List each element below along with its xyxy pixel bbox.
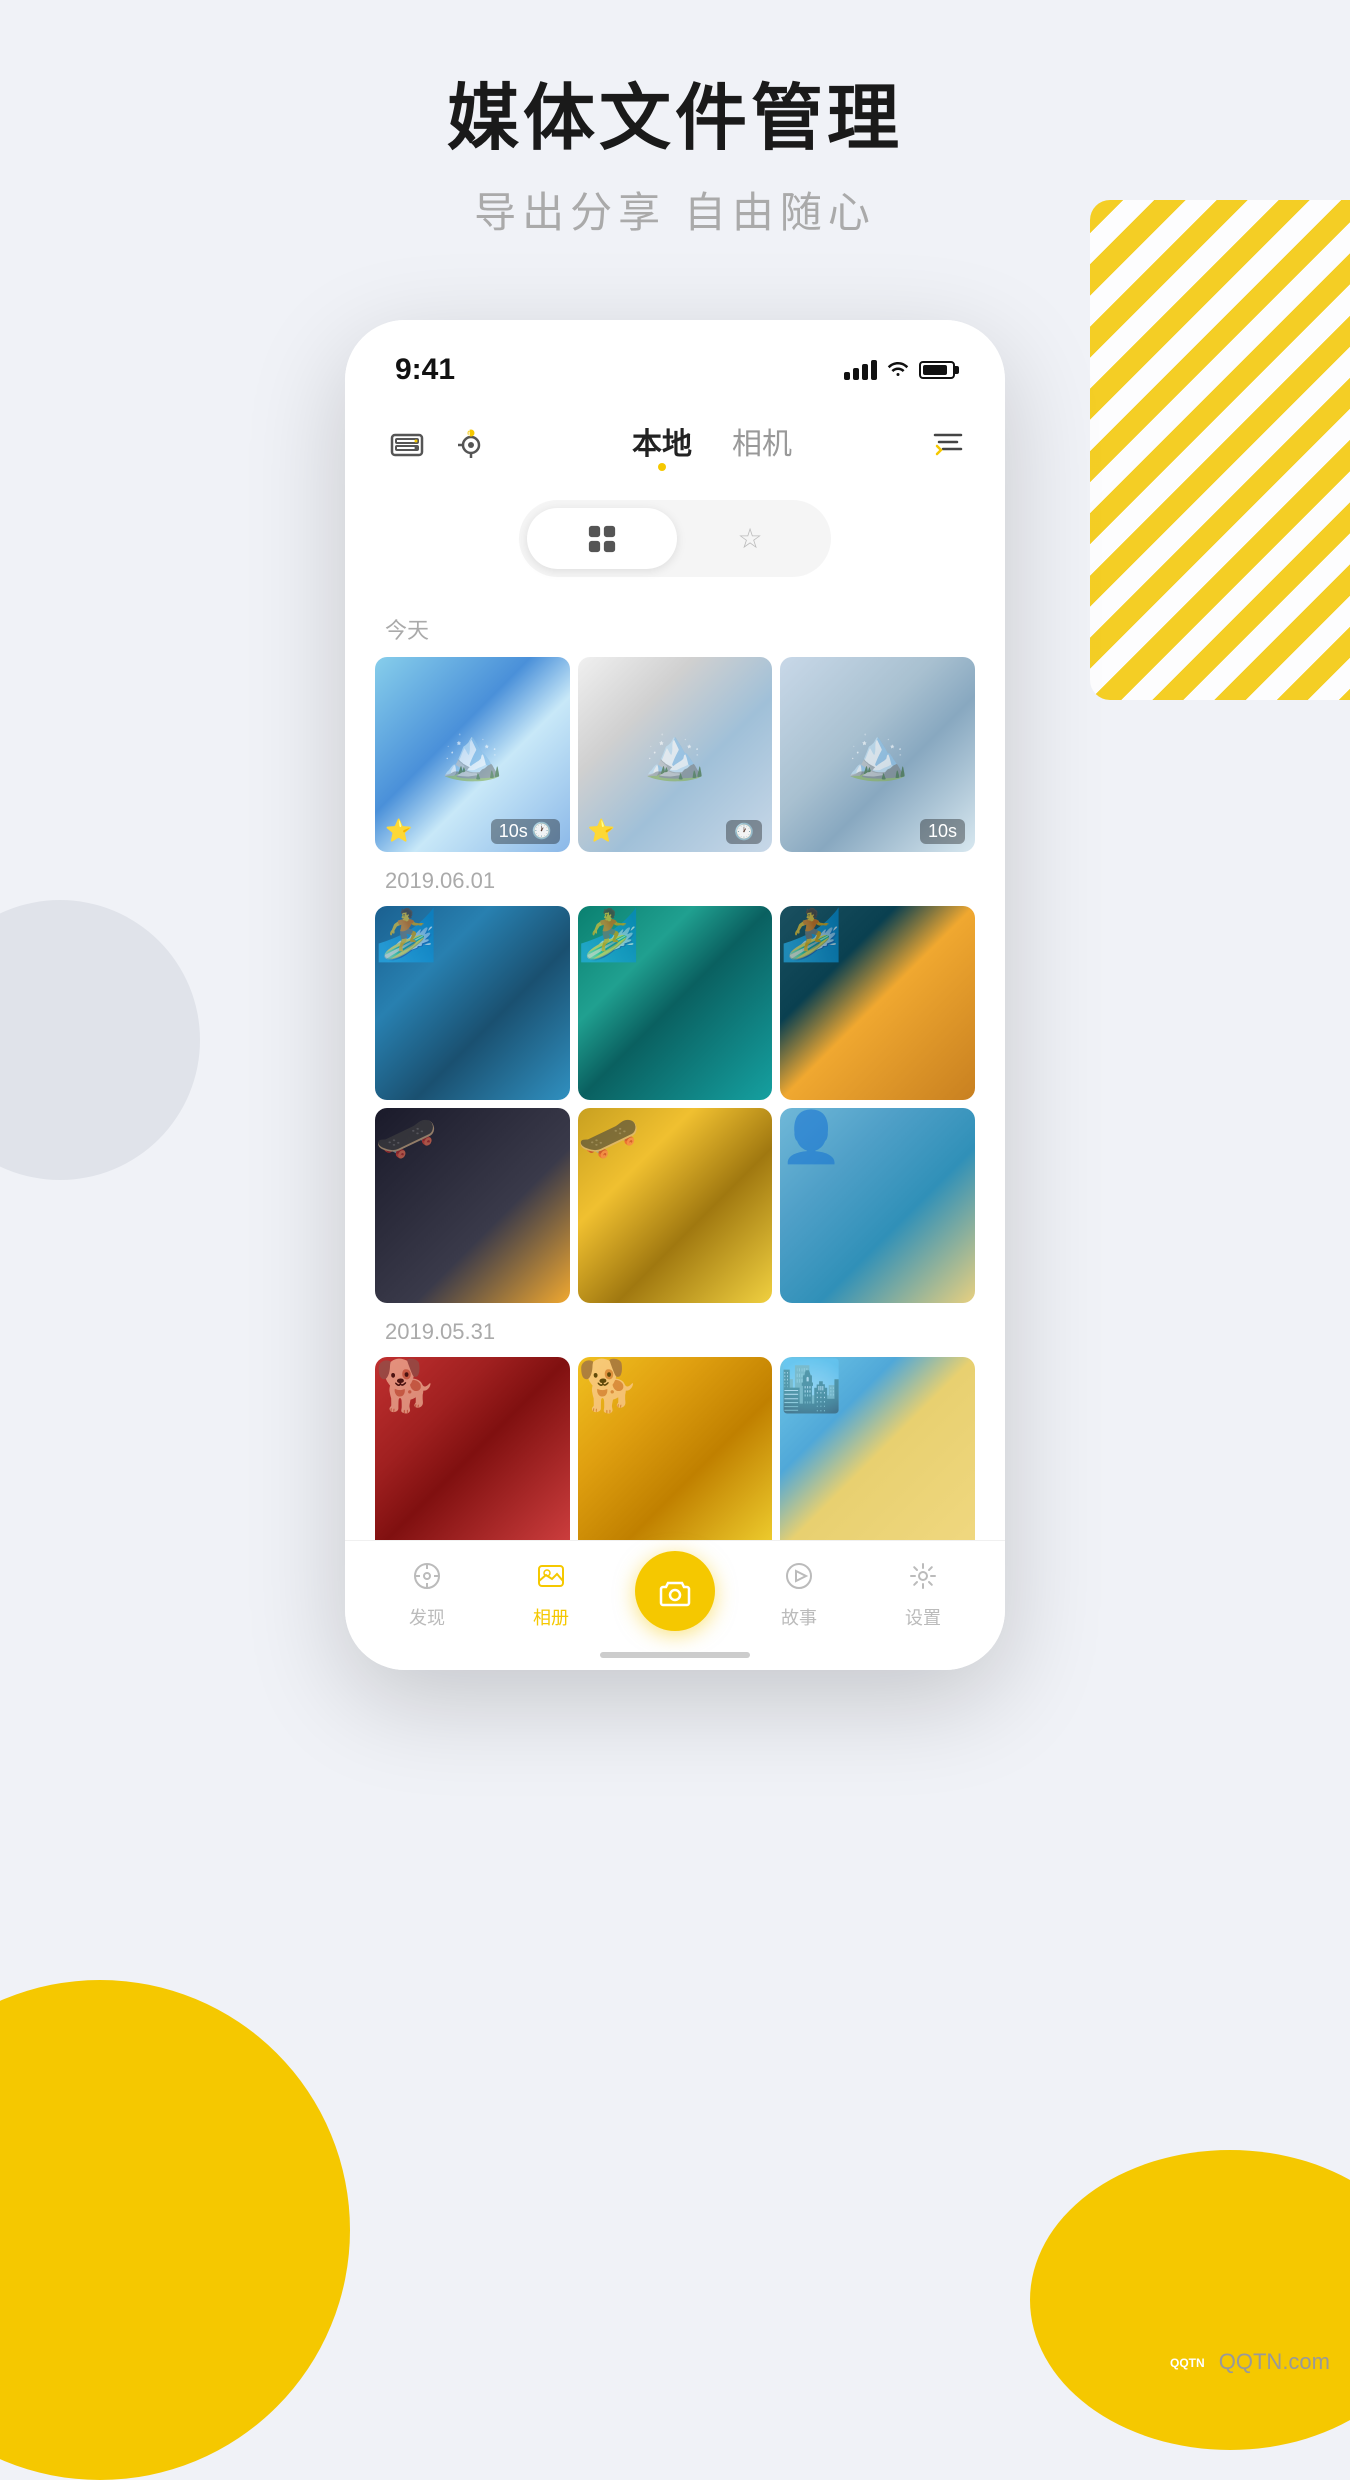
status-time: 9:41 bbox=[395, 353, 455, 387]
photo-content bbox=[578, 1357, 773, 1416]
photo-item[interactable]: ⭐ 🕐 bbox=[578, 657, 773, 852]
nav-item-settings[interactable]: 设置 bbox=[861, 1561, 985, 1630]
photo-content bbox=[780, 906, 975, 965]
watermark-text: QQTN.com bbox=[1219, 2349, 1330, 2375]
bg-stripes bbox=[1090, 200, 1350, 700]
storage-icon[interactable] bbox=[385, 423, 429, 467]
bg-yellow-circle-right bbox=[1030, 2150, 1350, 2450]
stories-icon bbox=[784, 1561, 814, 1598]
nav-item-album[interactable]: 相册 bbox=[489, 1561, 613, 1630]
nav-label-discover: 发现 bbox=[409, 1604, 445, 1630]
connection-icon[interactable]: i bbox=[449, 423, 493, 467]
wifi-icon bbox=[887, 357, 909, 383]
tab-camera[interactable]: 相机 bbox=[732, 419, 792, 471]
nav-label-settings: 设置 bbox=[905, 1604, 941, 1630]
photo-item[interactable] bbox=[578, 1108, 773, 1303]
section-date-0531: 2019.05.31 bbox=[385, 1319, 975, 1345]
battery-icon bbox=[919, 361, 955, 379]
bottom-nav: 发现 相册 bbox=[345, 1540, 1005, 1670]
photo-item[interactable] bbox=[375, 906, 570, 1101]
photo-clock-badge: 🕐 bbox=[726, 820, 762, 844]
nav-tabs: 本地 相机 bbox=[632, 419, 792, 471]
nav-label-album: 相册 bbox=[533, 1604, 569, 1630]
photo-content bbox=[578, 1108, 773, 1167]
photo-content bbox=[375, 1108, 570, 1167]
star-filter-icon: ☆ bbox=[737, 522, 762, 555]
signal-icon bbox=[844, 360, 877, 380]
watermark-logo: QQTN bbox=[1163, 2344, 1213, 2380]
filter-icon[interactable] bbox=[931, 428, 965, 463]
photo-item[interactable] bbox=[780, 1108, 975, 1303]
status-bar: 9:41 bbox=[345, 320, 1005, 400]
photo-content bbox=[780, 1108, 975, 1167]
star-badge: ⭐ bbox=[385, 818, 412, 844]
photo-item[interactable] bbox=[780, 906, 975, 1101]
bg-yellow-circle-left bbox=[0, 1980, 350, 2480]
photo-content bbox=[375, 1357, 570, 1416]
photo-content bbox=[375, 906, 570, 965]
section-date-0601: 2019.06.01 bbox=[385, 868, 975, 894]
album-icon bbox=[536, 1561, 566, 1598]
photo-item[interactable] bbox=[780, 1357, 975, 1552]
photo-item[interactable] bbox=[375, 1357, 570, 1552]
photo-content bbox=[578, 906, 773, 965]
nav-item-discover[interactable]: 发现 bbox=[365, 1561, 489, 1630]
filter-tab-group: ☆ bbox=[519, 500, 830, 577]
content-area: 今天 ⭐ 10s 🕐 ⭐ 🕐 bbox=[345, 597, 1005, 1552]
bg-circle-left bbox=[0, 900, 200, 1180]
photo-duration: 10s bbox=[920, 819, 965, 844]
photo-item[interactable] bbox=[375, 1108, 570, 1303]
photo-item[interactable]: ⭐ 10s 🕐 bbox=[375, 657, 570, 852]
photo-grid-0531 bbox=[375, 1357, 975, 1552]
photo-content bbox=[780, 1357, 975, 1416]
section-date-today: 今天 bbox=[385, 613, 975, 645]
star-badge: ⭐ bbox=[588, 818, 615, 844]
photo-duration: 10s 🕐 bbox=[491, 819, 560, 844]
photo-item[interactable] bbox=[578, 1357, 773, 1552]
discover-icon bbox=[412, 1561, 442, 1598]
home-indicator bbox=[600, 1652, 750, 1658]
camera-button[interactable] bbox=[635, 1551, 715, 1631]
nav-bar: i 本地 相机 bbox=[345, 400, 1005, 480]
photo-grid-today: ⭐ 10s 🕐 ⭐ 🕐 10s bbox=[375, 657, 975, 852]
filter-favorites[interactable]: ☆ bbox=[677, 508, 822, 569]
svg-text:QQTN: QQTN bbox=[1170, 2356, 1205, 2370]
filter-all[interactable] bbox=[527, 508, 677, 569]
nav-item-stories[interactable]: 故事 bbox=[737, 1561, 861, 1630]
photo-item[interactable] bbox=[578, 906, 773, 1101]
phone-mockup: 9:41 bbox=[345, 320, 1005, 1670]
nav-item-camera[interactable] bbox=[613, 1551, 737, 1641]
photo-item[interactable]: 10s bbox=[780, 657, 975, 852]
status-icons bbox=[844, 357, 955, 383]
nav-label-stories: 故事 bbox=[781, 1604, 817, 1630]
svg-text:i: i bbox=[468, 429, 470, 438]
main-title: 媒体文件管理 bbox=[0, 80, 1350, 159]
tab-local[interactable]: 本地 bbox=[632, 419, 692, 471]
photo-grid-0601 bbox=[375, 906, 975, 1303]
header-section: 媒体文件管理 导出分享 自由随心 bbox=[0, 80, 1350, 240]
settings-icon bbox=[908, 1561, 938, 1598]
filter-tabs: ☆ bbox=[385, 500, 965, 577]
watermark: QQTN QQTN.com bbox=[1163, 2344, 1330, 2380]
nav-left-icons: i bbox=[385, 423, 493, 467]
sub-title: 导出分享 自由随心 bbox=[0, 179, 1350, 240]
